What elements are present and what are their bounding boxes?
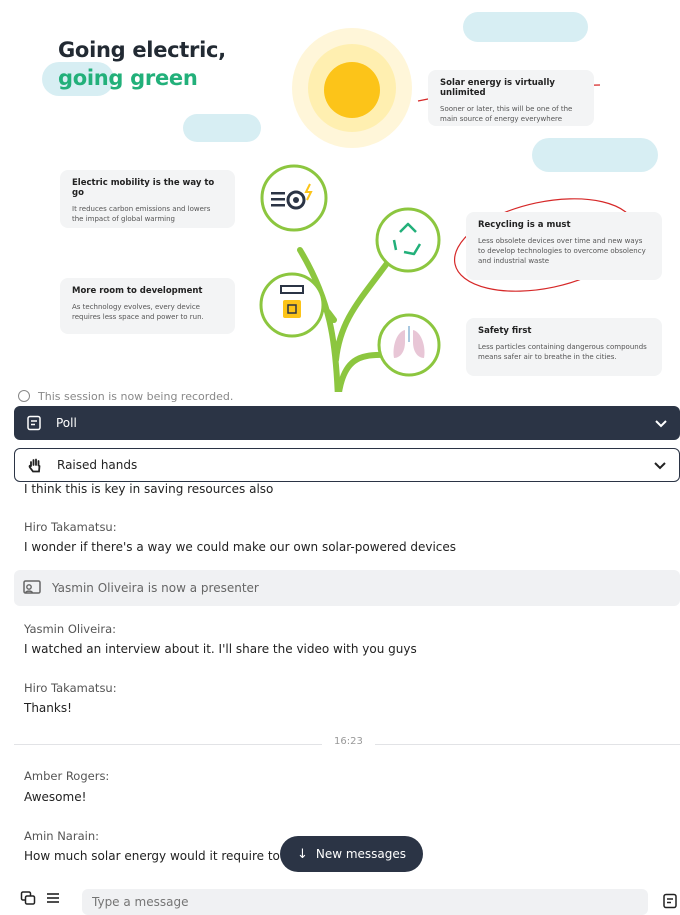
send-icon[interactable] xyxy=(662,893,678,909)
card-title: Recycling is a must xyxy=(478,220,571,230)
card-development: More room to development As technology e… xyxy=(60,278,235,334)
composer-tools xyxy=(0,890,80,906)
message-input[interactable] xyxy=(82,889,648,915)
message-text: I think this is key in saving resources … xyxy=(24,482,274,496)
card-title: Safety first xyxy=(478,326,532,336)
recording-notice: This session is now being recorded. xyxy=(18,390,233,403)
message-sender: Yasmin Oliveira: xyxy=(24,622,116,636)
message-text: How much solar energy would it require t… xyxy=(24,849,289,863)
presentation-slide: Going electric, going green Solar energy… xyxy=(0,0,680,400)
poll-label: Poll xyxy=(56,416,77,430)
card-title: More room to development xyxy=(72,286,203,296)
message-text: Thanks! xyxy=(24,701,72,715)
message-sender: Amber Rogers: xyxy=(24,769,110,783)
electric-motor-icon xyxy=(260,164,328,232)
new-messages-label: New messages xyxy=(315,847,407,861)
card-body: As technology evolves, every device requ… xyxy=(72,303,204,321)
message-sender: Amin Narain: xyxy=(24,829,99,843)
message-text: Awesome! xyxy=(24,790,87,804)
card-title: Electric mobility is the way to go xyxy=(72,178,215,198)
info-icon xyxy=(18,390,30,402)
presenter-icon xyxy=(22,578,44,598)
card-body: Less obsolete devices over time and new … xyxy=(478,237,646,265)
message-text: I wonder if there's a way we could make … xyxy=(24,540,457,554)
presenter-notice-text: Yasmin Oliveira is now a presenter xyxy=(52,581,259,595)
raised-hands-label: Raised hands xyxy=(57,458,138,472)
card-safety: Safety first Less particles containing d… xyxy=(466,318,662,376)
message-sender: Hiro Takamatsu: xyxy=(24,681,117,695)
message-composer xyxy=(0,885,680,915)
poll-icon xyxy=(24,413,44,433)
new-messages-button[interactable]: ↓ New messages xyxy=(280,836,423,872)
card-body: Sooner or later, this will be one of the… xyxy=(440,105,573,123)
card-body: Less particles containing dangerous comp… xyxy=(478,343,647,361)
poll-panel-header[interactable]: Poll xyxy=(14,406,680,440)
chevron-down-icon[interactable] xyxy=(651,456,669,474)
arrow-down-icon: ↓ xyxy=(296,846,308,862)
card-title: Solar energy is virtually unlimited xyxy=(440,78,555,98)
raised-hands-panel-header[interactable]: Raised hands xyxy=(14,448,680,482)
presenter-notice: Yasmin Oliveira is now a presenter xyxy=(14,570,680,606)
chevron-down-icon[interactable] xyxy=(652,414,670,432)
chat-switch-icon[interactable] xyxy=(20,890,36,906)
card-body: It reduces carbon emissions and lowers t… xyxy=(72,205,211,223)
message-text: I watched an interview about it. I'll sh… xyxy=(24,642,417,656)
hand-icon xyxy=(25,455,45,475)
recycle-icon xyxy=(375,207,441,273)
lungs-icon xyxy=(377,313,441,377)
recording-notice-text: This session is now being recorded. xyxy=(38,390,234,403)
chip-icon xyxy=(259,272,325,338)
menu-icon[interactable] xyxy=(46,891,60,905)
card-mobility: Electric mobility is the way to go It re… xyxy=(60,170,235,228)
chat-panel: This session is now being recorded. Poll… xyxy=(0,390,680,915)
message-sender: Hiro Takamatsu: xyxy=(24,520,117,534)
sun-icon xyxy=(292,28,412,148)
card-recycling: Recycling is a must Less obsolete device… xyxy=(466,212,662,280)
time-divider-label: 16:23 xyxy=(322,736,375,747)
card-solar: Solar energy is virtually unlimited Soon… xyxy=(428,70,594,126)
